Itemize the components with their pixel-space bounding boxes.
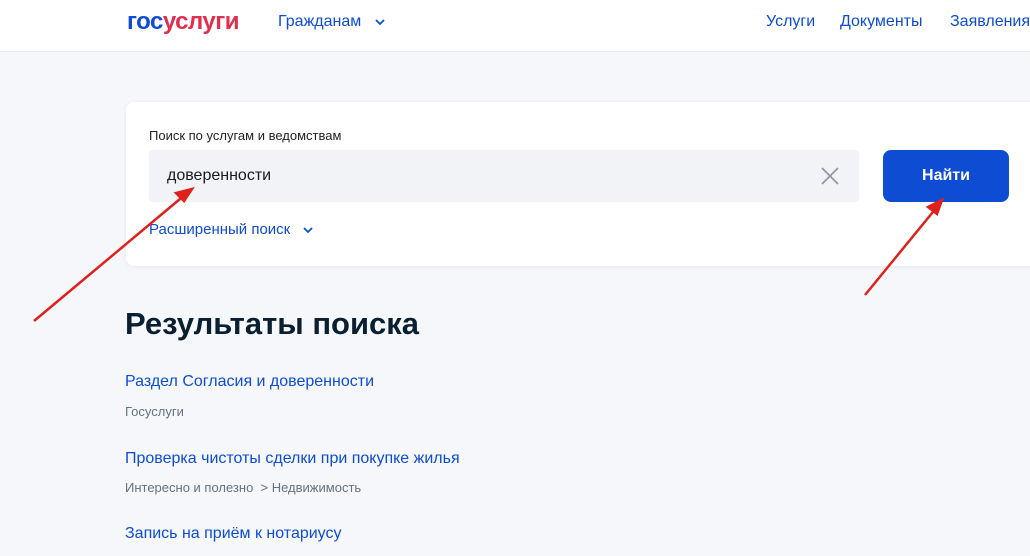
nav-applications[interactable]: Заявления — [950, 13, 1030, 31]
result-link[interactable]: Раздел Согласия и доверенности — [125, 373, 374, 391]
results-title: Результаты поиска — [125, 306, 420, 341]
citizens-dropdown[interactable]: Гражданам — [278, 13, 386, 31]
search-label: Поиск по услугам и ведомствам — [149, 128, 342, 143]
search-card: Поиск по услугам и ведомствам Найти Расш… — [126, 102, 1030, 266]
annotation-arrows — [33, 187, 945, 322]
search-input[interactable] — [149, 150, 859, 202]
logo-part-1: гос — [127, 8, 163, 35]
advanced-search-label: Расширенный поиск — [149, 221, 291, 238]
logo-part-2: услуги — [162, 8, 240, 35]
nav-services[interactable]: Услуги — [766, 13, 815, 31]
result-source: Интересно и полезно > Недвижимость — [125, 480, 362, 495]
clear-icon[interactable] — [819, 165, 841, 187]
result-link[interactable]: Запись на приём к нотариусу — [125, 525, 342, 543]
gosuslugi-logo[interactable]: госуслуги — [127, 8, 240, 36]
find-button[interactable]: Найти — [883, 150, 1009, 202]
advanced-search-toggle[interactable]: Расширенный поиск — [149, 221, 314, 238]
chevron-down-icon — [375, 19, 385, 26]
citizens-label: Гражданам — [278, 13, 362, 30]
header: госуслуги Гражданам Услуги Документы Зая… — [0, 0, 1030, 52]
nav-documents[interactable]: Документы — [840, 13, 922, 31]
result-source: Госуслуги — [125, 404, 184, 419]
chevron-down-icon — [303, 227, 314, 234]
result-link[interactable]: Проверка чистоты сделки при покупке жиль… — [125, 450, 460, 468]
